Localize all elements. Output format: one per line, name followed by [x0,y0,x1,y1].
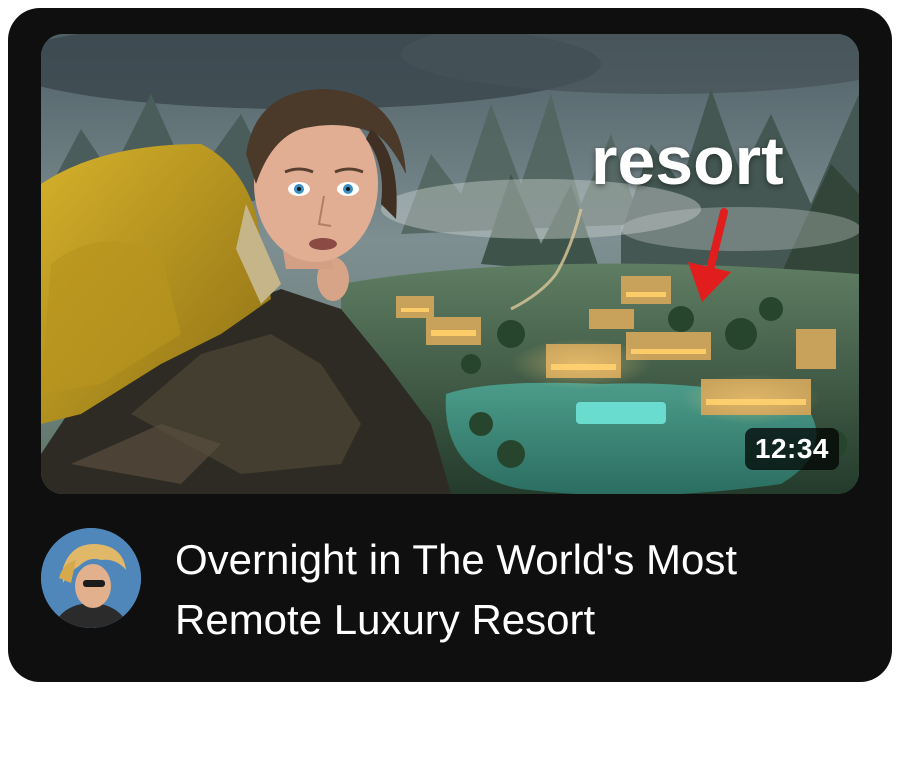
thumbnail-image [41,34,859,494]
video-thumbnail[interactable]: resort 12:34 [41,34,859,494]
duration-badge: 12:34 [744,428,839,470]
video-card[interactable]: resort 12:34 Overnight in The World's Mo… [8,8,892,682]
channel-avatar[interactable] [41,528,141,628]
avatar-image [41,528,141,628]
thumbnail-overlay-text: resort [591,123,784,199]
video-title[interactable]: Overnight in The World's Most Remote Lux… [175,530,855,650]
